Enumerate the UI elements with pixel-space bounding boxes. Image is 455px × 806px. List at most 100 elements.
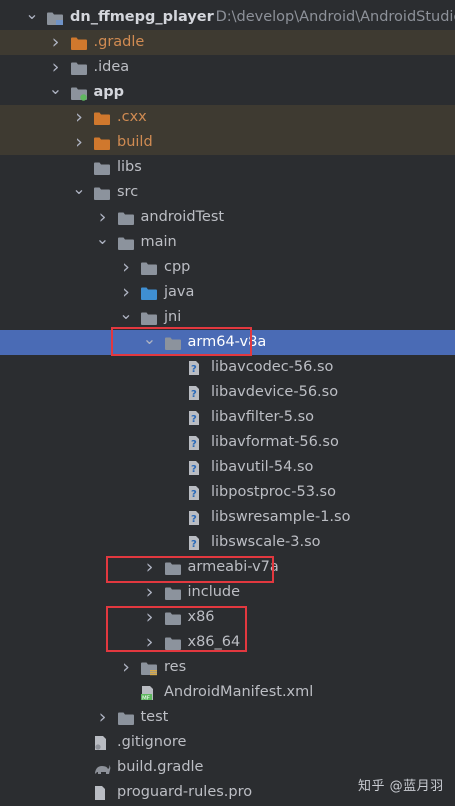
svg-text:?: ? xyxy=(191,439,197,450)
tree-item-label: java xyxy=(164,284,195,300)
chevron-right-icon[interactable]: › xyxy=(119,655,133,680)
chevron-down-icon[interactable]: ⌄ xyxy=(96,230,110,255)
chevron-right-icon[interactable]: › xyxy=(72,105,86,130)
tree-item-label: libs xyxy=(117,159,142,175)
tree-row[interactable]: › include xyxy=(0,580,455,605)
tree-row[interactable]: › .idea xyxy=(0,55,455,80)
gitignore-file-icon xyxy=(93,735,109,755)
tree-row[interactable]: › build xyxy=(0,130,455,155)
excluded-folder-icon xyxy=(70,35,88,55)
tree-row[interactable]: MF AndroidManifest.xml xyxy=(0,680,455,705)
chevron-right-icon[interactable]: › xyxy=(143,580,157,605)
tree-item-label: cpp xyxy=(164,259,191,275)
tree-row[interactable]: ? libswscale-3.so xyxy=(0,530,455,555)
tree-row[interactable]: ? libavdevice-56.so xyxy=(0,380,455,405)
chevron-right-icon[interactable]: › xyxy=(96,205,110,230)
svg-text:?: ? xyxy=(191,364,197,375)
tree-row[interactable]: ? libavutil-54.so xyxy=(0,455,455,480)
unknown-file-icon: ? xyxy=(187,510,201,530)
tree-item-label: .gitignore xyxy=(117,734,187,750)
gradle-file-icon xyxy=(93,760,111,780)
tree-item-label: .cxx xyxy=(117,109,147,125)
highlight-box-arm64 xyxy=(111,327,252,356)
tree-item-label: test xyxy=(140,709,169,725)
tree-row[interactable]: ? libavfilter-5.so xyxy=(0,405,455,430)
folder-icon xyxy=(140,260,158,280)
svg-text:?: ? xyxy=(191,539,197,550)
svg-text:?: ? xyxy=(191,464,197,475)
chevron-right-icon[interactable]: › xyxy=(119,280,133,305)
excluded-folder-icon xyxy=(93,135,111,155)
chevron-down-icon[interactable]: ⌄ xyxy=(72,180,86,205)
unknown-file-icon: ? xyxy=(187,460,201,480)
chevron-right-icon[interactable]: › xyxy=(49,30,63,55)
tree-item-label: dn_ffmepg_player xyxy=(70,9,214,25)
project-path: D:\develop\Android\AndroidStudio xyxy=(215,9,455,25)
pro-file-icon xyxy=(93,785,107,805)
unknown-file-icon: ? xyxy=(187,385,201,405)
folder-icon xyxy=(70,60,88,80)
module-folder-icon xyxy=(46,10,64,30)
manifest-file-icon: MF xyxy=(140,685,156,705)
tree-item-label: androidTest xyxy=(140,209,225,225)
tree-item-label: build.gradle xyxy=(117,759,204,775)
tree-row[interactable]: › cpp xyxy=(0,255,455,280)
folder-icon xyxy=(164,585,182,605)
tree-item-label: libavdevice-56.so xyxy=(211,384,339,400)
android-module-folder-icon xyxy=(70,85,88,105)
svg-text:?: ? xyxy=(191,489,197,500)
tree-item-label: libavutil-54.so xyxy=(211,459,314,475)
tree-row[interactable]: ⌄ src xyxy=(0,180,455,205)
tree-item-label: proguard-rules.pro xyxy=(117,784,253,800)
folder-icon xyxy=(93,185,111,205)
svg-text:?: ? xyxy=(191,414,197,425)
tree-row[interactable]: ? libpostproc-53.so xyxy=(0,480,455,505)
tree-row[interactable]: .gitignore xyxy=(0,730,455,755)
tree-item-label: include xyxy=(187,584,241,600)
watermark: 知乎 @蓝月羽 xyxy=(358,779,444,794)
tree-row[interactable]: › java xyxy=(0,280,455,305)
tree-item-label: main xyxy=(140,234,177,250)
tree-item-label: src xyxy=(117,184,139,200)
tree-item-label: build xyxy=(117,134,153,150)
folder-icon xyxy=(117,235,135,255)
chevron-down-icon[interactable]: ⌄ xyxy=(25,5,39,30)
unknown-file-icon: ? xyxy=(187,435,201,455)
tree-item-label: libavfilter-5.so xyxy=(211,409,315,425)
tree-row[interactable]: ? libavformat-56.so xyxy=(0,430,455,455)
tree-item-label: libswscale-3.so xyxy=(211,534,321,550)
tree-item-label: libavformat-56.so xyxy=(211,434,339,450)
tree-row[interactable]: › .gradle xyxy=(0,30,455,55)
folder-icon xyxy=(117,210,135,230)
source-folder-icon xyxy=(140,285,158,305)
chevron-right-icon[interactable]: › xyxy=(119,255,133,280)
tree-row[interactable]: › test xyxy=(0,705,455,730)
tree-row[interactable]: libs xyxy=(0,155,455,180)
tree-item-label: AndroidManifest.xml xyxy=(164,684,314,700)
excluded-folder-icon xyxy=(93,110,111,130)
resource-folder-icon xyxy=(140,660,158,680)
tree-item-label: libswresample-1.so xyxy=(211,509,351,525)
unknown-file-icon: ? xyxy=(187,535,201,555)
svg-text:?: ? xyxy=(191,514,197,525)
tree-row[interactable]: ⌄ dn_ffmepg_player D:\develop\Android\Andr… xyxy=(0,5,455,30)
project-tree[interactable]: ⌄ dn_ffmepg_player D:\develop\Android\Andr… xyxy=(0,5,455,805)
tree-row[interactable]: ⌄ main xyxy=(0,230,455,255)
highlight-box-x86 xyxy=(106,606,247,652)
tree-row[interactable]: ? libswresample-1.so xyxy=(0,505,455,530)
chevron-down-icon[interactable]: ⌄ xyxy=(49,80,63,105)
folder-icon xyxy=(93,160,111,180)
tree-row[interactable]: › androidTest xyxy=(0,205,455,230)
chevron-right-icon[interactable]: › xyxy=(72,130,86,155)
chevron-right-icon[interactable]: › xyxy=(49,55,63,80)
unknown-file-icon: ? xyxy=(187,485,201,505)
chevron-right-icon[interactable]: › xyxy=(96,705,110,730)
unknown-file-icon: ? xyxy=(187,360,201,380)
tree-row[interactable]: › res xyxy=(0,655,455,680)
tree-row[interactable]: ⌄ app xyxy=(0,80,455,105)
folder-icon xyxy=(117,710,135,730)
tree-item-label: .gradle xyxy=(93,34,145,50)
tree-row[interactable]: › .cxx xyxy=(0,105,455,130)
tree-item-label: app xyxy=(93,84,125,100)
tree-row[interactable]: ? libavcodec-56.so xyxy=(0,355,455,380)
